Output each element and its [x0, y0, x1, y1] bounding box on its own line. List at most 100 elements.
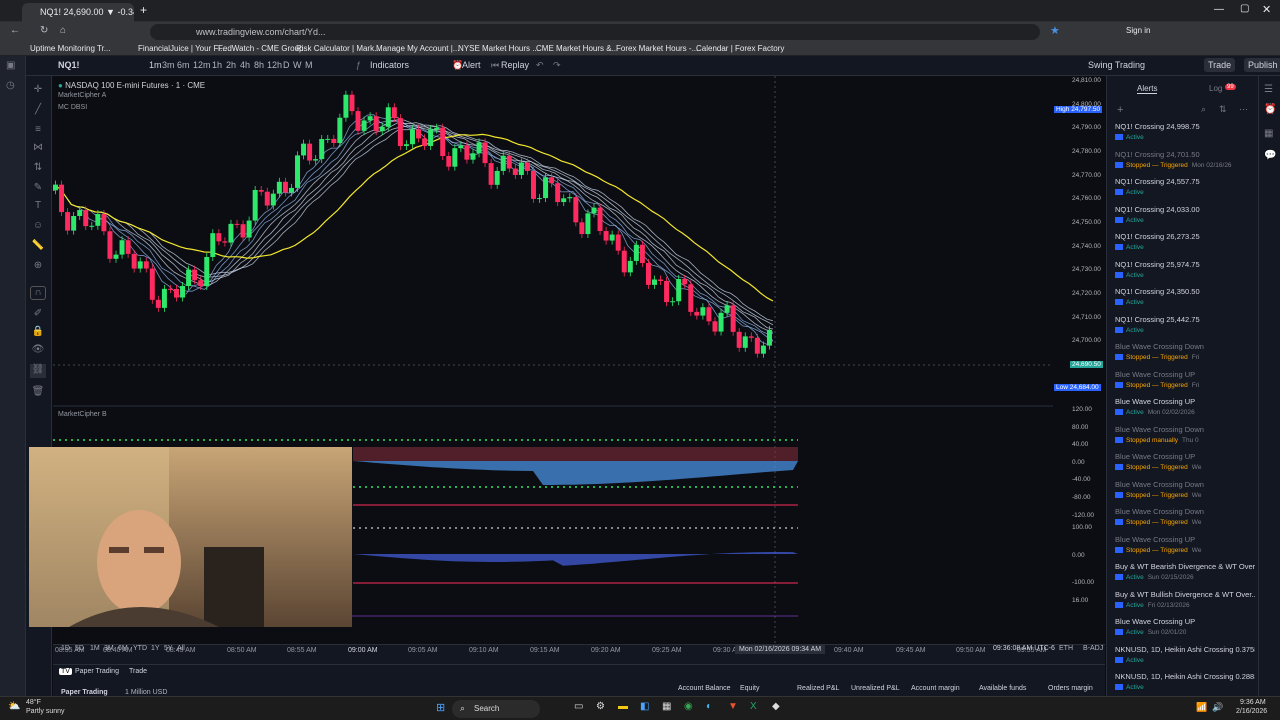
timeframe-d[interactable]: D: [283, 60, 290, 70]
timeframe-6m[interactable]: 6m: [177, 60, 190, 70]
alert-item[interactable]: NQ1! Crossing 26,273.25 Active: [1115, 232, 1255, 259]
sort-icon[interactable]: ⇅: [1219, 104, 1227, 115]
alert-button[interactable]: Alert: [462, 60, 481, 70]
account-name[interactable]: Paper Trading: [61, 689, 108, 696]
more-icon[interactable]: ⋯: [1239, 104, 1248, 115]
alert-item[interactable]: NQ1! Crossing 24,350.50 Active: [1115, 287, 1255, 314]
indicator-mc-label[interactable]: MC DBSI: [58, 104, 87, 111]
alert-item[interactable]: Blue Wave Crossing UP Stopped — Triggered…: [1115, 452, 1255, 479]
range-5y[interactable]: 5Y: [164, 645, 173, 652]
layout-name[interactable]: Swing Trading: [1088, 60, 1145, 70]
trendline-icon[interactable]: ╱: [30, 104, 46, 118]
eye-icon[interactable]: 👁: [30, 344, 46, 358]
bookmark-item[interactable]: NYSE Market Hours ...: [458, 44, 539, 53]
bookmark-item[interactable]: FinancialJuice | Your Fi...: [138, 44, 227, 53]
alert-item[interactable]: Buy & WT Bullish Divergence & WT Over...…: [1115, 590, 1255, 617]
range-6m[interactable]: 6M: [118, 645, 128, 652]
alert-item[interactable]: NQ1! Crossing 24,701.50 Stopped — Trigger…: [1115, 150, 1255, 177]
trade-button[interactable]: Trade: [1204, 58, 1236, 72]
alerts-tab[interactable]: Alerts: [1137, 84, 1158, 94]
range-1y[interactable]: 1Y: [151, 645, 160, 652]
brave-icon[interactable]: ▼: [728, 701, 738, 712]
signin-button[interactable]: Sign in: [1126, 26, 1150, 35]
alert-item[interactable]: Blue Wave Crossing UP Stopped — Triggered…: [1115, 535, 1255, 562]
alert-item[interactable]: Blue Wave Crossing Down Stopped — Trigger…: [1115, 480, 1255, 507]
paper-trading-tab[interactable]: Paper Trading: [75, 668, 119, 675]
range-ytd[interactable]: YTD: [133, 645, 147, 652]
forecast-icon[interactable]: ⇅: [30, 162, 46, 176]
alerts-icon[interactable]: ⏰: [1264, 104, 1276, 115]
indicators-button[interactable]: Indicators: [370, 60, 409, 70]
new-tab-icon[interactable]: +: [140, 3, 147, 17]
trade-tab[interactable]: Trade: [129, 668, 147, 675]
excel-icon[interactable]: X: [750, 701, 757, 712]
pattern-icon[interactable]: ⋈: [30, 142, 46, 156]
timeframe-3m[interactable]: 3m: [162, 60, 175, 70]
home-icon[interactable]: ⌂: [60, 25, 66, 36]
alert-item[interactable]: Blue Wave Crossing Down Stopped — Trigger…: [1115, 342, 1255, 369]
alert-item[interactable]: NQ1! Crossing 24,033.00 Active: [1115, 205, 1255, 232]
undo-icon[interactable]: ↶: [536, 60, 544, 71]
bookmark-item[interactable]: FedWatch - CME Group: [218, 44, 304, 53]
brush-icon[interactable]: ✎: [30, 182, 46, 196]
lock-icon[interactable]: 🔒: [30, 326, 46, 340]
alert-item[interactable]: NQ1! Crossing 25,442.75 Active: [1115, 315, 1255, 342]
magnet-icon[interactable]: ∩: [30, 286, 46, 300]
timeframe-8h[interactable]: 8h: [254, 60, 264, 70]
taskbar-search[interactable]: ⌕ Search: [452, 700, 540, 718]
symbol-search[interactable]: NQ1!: [58, 60, 80, 70]
range-1m[interactable]: 1M: [90, 645, 100, 652]
url-field[interactable]: www.tradingview.com/chart/Yd...: [150, 24, 1040, 40]
bookmark-item[interactable]: Risk Calculator | Mark...: [296, 44, 381, 53]
chat-icon[interactable]: 💬: [1264, 150, 1276, 161]
publish-button[interactable]: Publish: [1244, 58, 1280, 72]
timeframe-m[interactable]: M: [305, 60, 313, 70]
bookmark-item[interactable]: CME Market Hours &...: [536, 44, 618, 53]
alert-item[interactable]: NQ1! Crossing 24,557.75 Active: [1115, 177, 1255, 204]
bookmark-item[interactable]: Uptime Monitoring Tr...: [30, 44, 110, 53]
redo-icon[interactable]: ↷: [553, 60, 561, 71]
alert-item[interactable]: Blue Wave Crossing UP Stopped — Triggered…: [1115, 370, 1255, 397]
timeframe-w[interactable]: W: [293, 60, 302, 70]
search-icon[interactable]: ⌕: [1201, 104, 1206, 115]
range-all[interactable]: All: [177, 645, 185, 652]
back-icon[interactable]: ←: [10, 25, 20, 36]
weather-icon[interactable]: ⛅: [8, 701, 20, 712]
timeframe-2h[interactable]: 2h: [226, 60, 236, 70]
bookmark-item[interactable]: Manage My Account |...: [376, 44, 459, 53]
alert-item[interactable]: Buy & WT Bearish Divergence & WT Over...…: [1115, 562, 1255, 589]
maximize-icon[interactable]: ▢: [1240, 3, 1249, 14]
close-icon[interactable]: ✕: [1262, 3, 1271, 16]
bookmark-item[interactable]: Forex Market Hours -...: [616, 44, 698, 53]
log-tab[interactable]: Log: [1209, 84, 1222, 93]
wifi-icon[interactable]: 📶: [1196, 702, 1207, 713]
timeframe-4h[interactable]: 4h: [240, 60, 250, 70]
replay-button[interactable]: Replay: [501, 60, 529, 70]
clock[interactable]: 09:36:08 AM UTC-6: [993, 645, 1055, 652]
range-3m[interactable]: 3M: [104, 645, 114, 652]
indicator-a-label[interactable]: MarketCipher A: [58, 92, 106, 99]
crosshair-icon[interactable]: ✛: [30, 84, 46, 98]
zoom-icon[interactable]: ⊕: [30, 260, 46, 274]
emoji-icon[interactable]: ☺: [30, 220, 46, 234]
range-1d[interactable]: 1D: [61, 645, 70, 652]
add-alert-icon[interactable]: +: [1117, 104, 1123, 116]
alert-item[interactable]: Blue Wave Crossing UP Active Mon 02/02/202…: [1115, 397, 1255, 424]
side-tab-icon[interactable]: ▣: [6, 60, 15, 71]
text-icon[interactable]: T: [30, 200, 46, 214]
timeframe-12h[interactable]: 12h: [267, 60, 282, 70]
watchlist-icon[interactable]: ☰: [1264, 84, 1273, 95]
store-icon[interactable]: ◧: [640, 701, 649, 712]
link-icon[interactable]: ⛓: [30, 364, 46, 378]
range-5d[interactable]: 5D: [75, 645, 84, 652]
alert-item[interactable]: Blue Wave Crossing Down Stopped manually T…: [1115, 425, 1255, 452]
volume-icon[interactable]: 🔊: [1212, 702, 1223, 713]
explorer-icon[interactable]: ▬: [618, 701, 628, 712]
ruler-icon[interactable]: 📏: [30, 240, 46, 254]
adjustment-toggle[interactable]: B-ADJ: [1083, 645, 1103, 652]
calculator-icon[interactable]: ▦: [662, 701, 671, 712]
session-toggle[interactable]: ETH: [1059, 645, 1073, 652]
app-icon[interactable]: ◆: [772, 701, 780, 712]
bookmark-item[interactable]: Calendar | Forex Factory: [696, 44, 784, 53]
calendar-icon[interactable]: ▦: [1264, 128, 1273, 139]
